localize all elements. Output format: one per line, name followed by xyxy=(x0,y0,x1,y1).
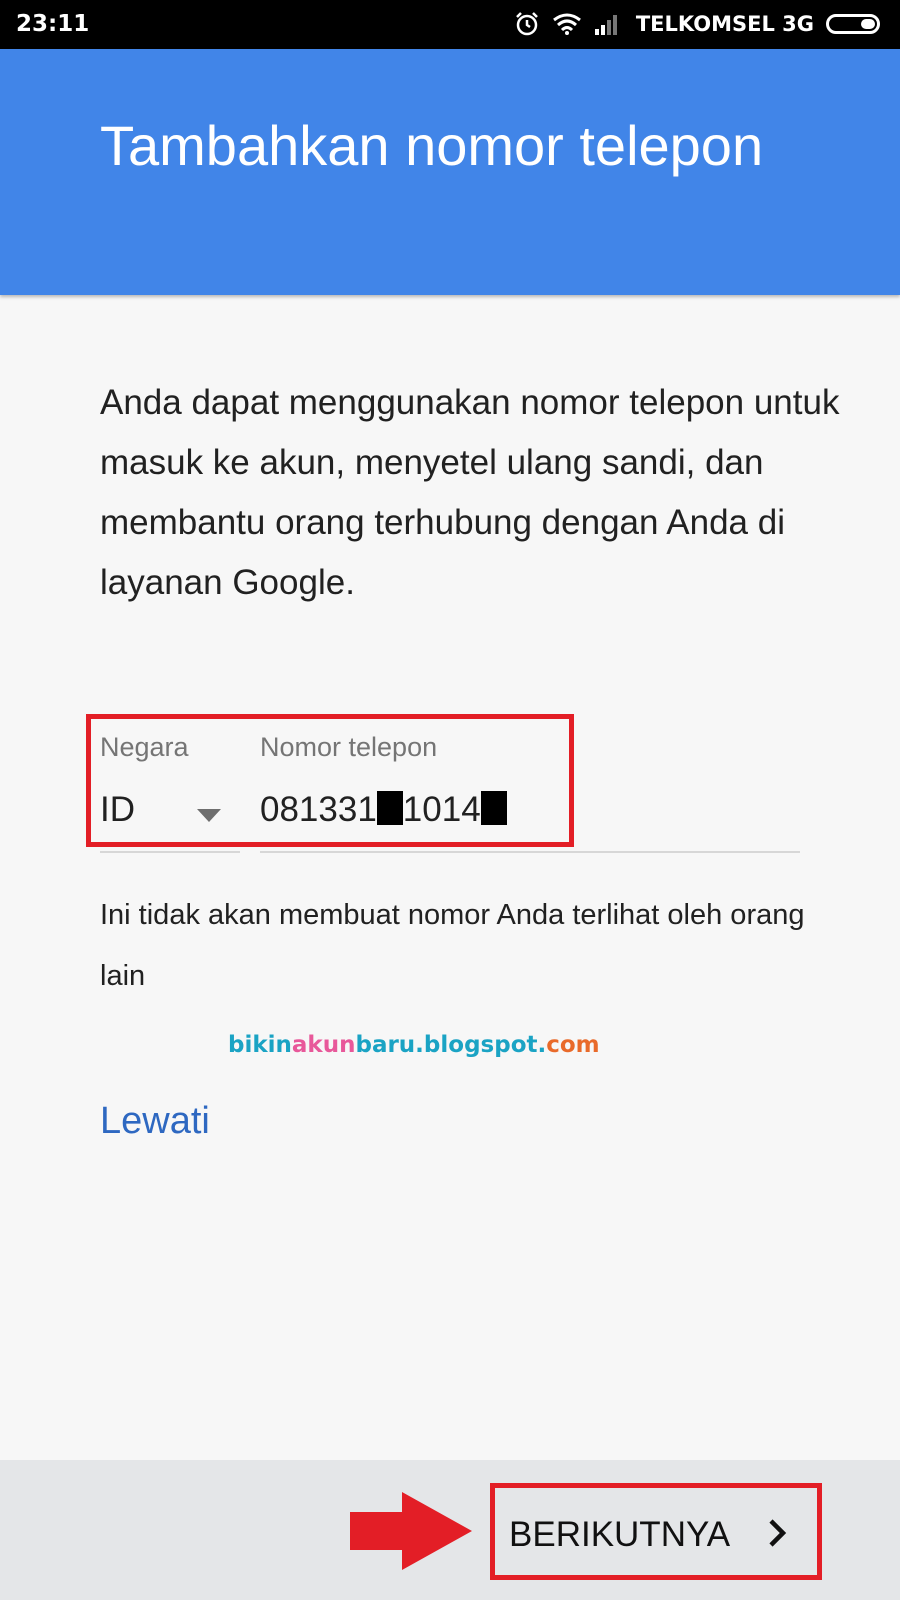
phone-underline xyxy=(260,851,800,853)
status-bar: 23:11 TELKOMSEL 3G xyxy=(0,0,900,49)
highlight-box-fields xyxy=(86,714,574,847)
skip-link[interactable]: Lewati xyxy=(100,1100,210,1143)
privacy-note: Ini tidak akan membuat nomor Anda terlih… xyxy=(100,899,805,992)
alarm-icon xyxy=(515,12,538,36)
description-text: Anda dapat menggunakan nomor telepon unt… xyxy=(100,383,840,602)
chevron-right-icon xyxy=(769,1519,787,1547)
status-icons: TELKOMSEL 3G xyxy=(514,9,880,39)
next-button[interactable]: BERIKUTNYA xyxy=(490,1483,822,1580)
red-arrow-icon xyxy=(350,1492,472,1570)
signal-icon xyxy=(594,15,617,35)
country-underline xyxy=(100,851,240,853)
page-title: Tambahkan nomor telepon xyxy=(100,114,764,177)
battery-icon xyxy=(826,14,880,34)
wifi-icon xyxy=(552,13,581,35)
page-header: Tambahkan nomor telepon xyxy=(0,49,900,295)
carrier-name: TELKOMSEL 3G xyxy=(635,12,814,36)
watermark: bikinakunbaru.blogspot.com xyxy=(228,1032,600,1058)
status-time: 23:11 xyxy=(16,11,90,37)
next-button-label: BERIKUTNYA xyxy=(509,1515,731,1554)
